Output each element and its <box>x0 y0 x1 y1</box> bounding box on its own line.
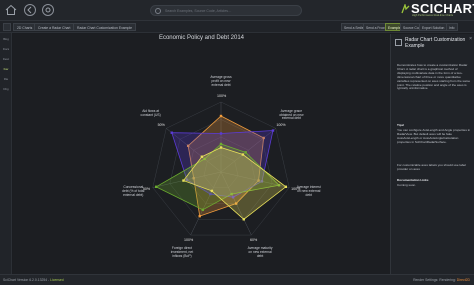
logo-subtitle: High Performance Real-time Charts <box>412 14 454 17</box>
radar-axis-label: Foreign direct investment, net inflows (… <box>170 246 194 258</box>
home-icon[interactable] <box>5 4 17 16</box>
radar-point[interactable] <box>210 189 214 193</box>
radar-point[interactable] <box>219 114 223 118</box>
tips-text-2: For customizable axes labels you should … <box>397 163 466 171</box>
radar-percent-label: 50% <box>142 186 151 191</box>
breadcrumb-item-2d-charts[interactable]: 2D Charts <box>13 23 37 31</box>
left-nav-item-docs[interactable]: Docs <box>1 46 11 53</box>
breadcrumb: 2D Charts Create a Radar Chart Radar Cha… <box>0 21 474 33</box>
radar-percent-label: 50% <box>157 122 165 127</box>
radar-percent-label: 100% <box>184 238 194 243</box>
left-nav-item-rte[interactable]: Rte <box>1 76 11 83</box>
left-nav-item-blog[interactable]: Blog <box>1 36 11 43</box>
radar-percent-label: 60% <box>249 238 258 243</box>
status-render: Render Settings: Rendering: Direct2D <box>413 278 470 282</box>
tab-export-solution[interactable]: Export Solution <box>419 23 448 31</box>
breadcrumb-home-icon[interactable] <box>3 23 11 31</box>
radar-point[interactable] <box>244 151 247 154</box>
radar-axis-label: Aid flows at constant (US) <box>140 108 161 117</box>
radar-point[interactable] <box>284 185 288 188</box>
info-panel-description: Demonstrates how to create a customizati… <box>397 63 471 91</box>
radar-point[interactable] <box>219 142 223 146</box>
radar-axis-label: Average maturity on new external debt <box>247 246 273 258</box>
radar-chart[interactable] <box>13 34 390 274</box>
radar-point[interactable] <box>198 214 201 218</box>
radar-percent-label: 100% <box>217 94 227 98</box>
documentation-text: Coming soon. <box>397 183 417 187</box>
radar-axis-label: Average gross profit on new external deb… <box>210 75 232 87</box>
document-icon <box>395 39 402 46</box>
close-icon[interactable]: × <box>469 36 472 42</box>
radar-point[interactable] <box>154 185 158 188</box>
radar-point[interactable] <box>201 208 204 212</box>
top-bar: Search Examples, Source Code, Articles… … <box>0 0 474 21</box>
tab-info[interactable]: Info <box>446 23 458 31</box>
tips-text: You can configure AxisLength and Angle p… <box>397 128 471 144</box>
info-panel: Radar Chart Customization Example × Demo… <box>390 34 474 274</box>
scichart-logo: SCICHART High Performance Real-time Char… <box>401 1 474 20</box>
breadcrumb-item-radar[interactable]: Create a Radar Chart <box>34 23 75 31</box>
info-panel-title: Radar Chart Customization Example <box>405 37 466 49</box>
radar-point[interactable] <box>182 179 185 182</box>
left-nav-item-desc[interactable]: Desc <box>1 56 11 63</box>
search-placeholder: Search Examples, Source Code, Articles… <box>165 9 232 13</box>
status-bar: SciChart Version 6.2.0.13254 - Licensed … <box>0 274 474 285</box>
breadcrumb-item-example[interactable]: Radar Chart Customization Example <box>73 23 137 31</box>
left-nav-item-fav[interactable]: Fav <box>1 66 11 73</box>
radar-point[interactable] <box>242 218 245 221</box>
left-nav: Blog Docs Desc Fav Rte Dbg <box>0 33 12 274</box>
search-input[interactable]: Search Examples, Source Code, Articles… <box>150 5 302 16</box>
radar-chart-panel: Economic Policy and Debt 2014 Average gr… <box>13 34 390 274</box>
settings-icon[interactable] <box>42 4 54 16</box>
radar-axis-label: Average grace obtained on new external d… <box>279 108 304 121</box>
radar-point[interactable] <box>271 129 275 132</box>
radar-point[interactable] <box>219 146 223 149</box>
radar-percent-label: 100% <box>291 186 301 191</box>
info-panel-header: Radar Chart Customization Example <box>395 37 473 53</box>
search-icon <box>155 8 161 14</box>
status-version: SciChart Version 6.2.0.13254 - Licensed <box>3 278 64 282</box>
left-nav-item-dbg[interactable]: Dbg <box>1 86 11 93</box>
radar-point[interactable] <box>200 155 204 158</box>
radar-point[interactable] <box>219 132 223 135</box>
radar-percent-label: 100% <box>276 122 286 127</box>
radar-point[interactable] <box>241 153 245 156</box>
radar-point[interactable] <box>170 131 173 134</box>
back-icon[interactable] <box>24 4 36 16</box>
